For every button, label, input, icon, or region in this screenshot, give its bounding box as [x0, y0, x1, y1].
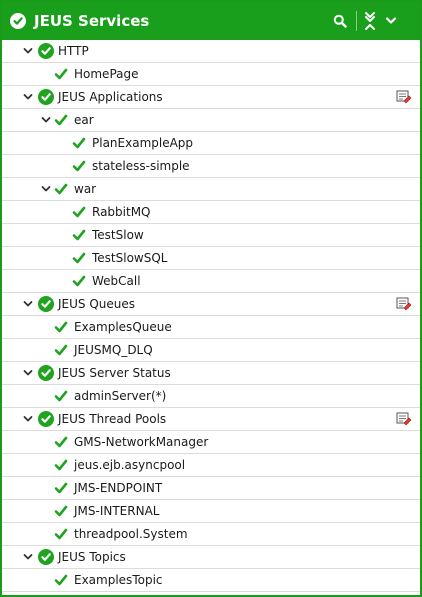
edit-settings-icon[interactable]: [396, 90, 412, 104]
status-ok-icon: [38, 43, 54, 59]
checkmark-icon: [72, 136, 86, 150]
tree-group-row[interactable]: JEUS Queues: [2, 293, 420, 316]
tree-group-row[interactable]: HTTP: [2, 40, 420, 63]
tree-item-label: JMS-INTERNAL: [74, 504, 160, 518]
checkmark-icon: [54, 389, 68, 403]
search-icon: [333, 14, 347, 28]
checkmark-icon: [54, 458, 68, 472]
tree-group-row[interactable]: JEUS Thread Pools: [2, 408, 420, 431]
checkmark-icon: [54, 182, 68, 196]
tree-item-label: HTTP: [58, 44, 89, 58]
checkmark-icon: [54, 113, 68, 127]
tree-item-label: ExamplesQueue: [74, 320, 172, 334]
expand-menu-button[interactable]: [378, 7, 404, 35]
checkmark-icon: [54, 435, 68, 449]
tree-item-row[interactable]: JMS-INTERNAL: [2, 500, 420, 523]
tree-item-label: JEUSMQ_DLQ: [74, 343, 153, 357]
panel-title: JEUS Services: [34, 12, 150, 30]
checkmark-icon: [72, 159, 86, 173]
tree-item-label: PlanExampleApp: [92, 136, 194, 150]
tree-folder-row[interactable]: war: [2, 178, 420, 201]
tree-item-row[interactable]: TestSlowSQL: [2, 247, 420, 270]
collapse-expand-icon: [365, 12, 375, 30]
tree-item-row[interactable]: threadpool.System: [2, 523, 420, 546]
tree-item-label: GMS-NetworkManager: [74, 435, 209, 449]
tree-item-row[interactable]: stateless-simple: [2, 155, 420, 178]
checkmark-icon: [54, 343, 68, 357]
tree-item-row[interactable]: WebCall: [2, 270, 420, 293]
tree-item-row[interactable]: HomePage: [2, 63, 420, 86]
tree-item-label: stateless-simple: [92, 159, 190, 173]
tree-item-label: HomePage: [74, 67, 139, 81]
tree-item-row[interactable]: ExamplesQueue: [2, 316, 420, 339]
tree-group-row[interactable]: JEUS Server Status: [2, 362, 420, 385]
tree-item-row[interactable]: TestSlow: [2, 224, 420, 247]
chevron-down-icon[interactable]: [22, 551, 34, 563]
status-ok-icon: [38, 296, 54, 312]
tree-item-row[interactable]: PlanExampleApp: [2, 132, 420, 155]
tree-item-label: WebCall: [92, 274, 141, 288]
tree-group-row[interactable]: JEUS Topics: [2, 546, 420, 569]
chevron-down-icon[interactable]: [40, 183, 52, 195]
tree-item-label: ear: [74, 113, 94, 127]
tree-item-label: jeus.ejb.asyncpool: [74, 458, 186, 472]
tree-item-label: war: [74, 182, 97, 196]
chevron-down-icon[interactable]: [22, 45, 34, 57]
status-ok-icon: [10, 13, 26, 29]
tree-item-label: JEUS Queues: [58, 297, 136, 311]
checkmark-icon: [72, 274, 86, 288]
tree-item-row[interactable]: jeus.ejb.asyncpool: [2, 454, 420, 477]
tree-item-label: ExamplesTopic: [74, 573, 163, 587]
status-ok-icon: [38, 89, 54, 105]
tree-item-label: JEUS Server Status: [58, 366, 171, 380]
checkmark-icon: [72, 205, 86, 219]
tree-item-label: JMS-ENDPOINT: [74, 481, 163, 495]
tree-item-row[interactable]: RabbitMQ: [2, 201, 420, 224]
checkmark-icon: [54, 481, 68, 495]
tree-group-row[interactable]: JEUS Applications: [2, 86, 420, 109]
chevron-down-icon[interactable]: [22, 298, 34, 310]
checkmark-icon: [72, 251, 86, 265]
checkmark-icon: [54, 527, 68, 541]
tree-folder-row[interactable]: ear: [2, 109, 420, 132]
search-button[interactable]: [327, 7, 353, 35]
tree-item-label: JEUS Thread Pools: [58, 412, 167, 426]
status-ok-icon: [38, 365, 54, 381]
status-ok-icon: [38, 411, 54, 427]
tree-item-label: TestSlowSQL: [92, 251, 168, 265]
tree-item-row[interactable]: GMS-NetworkManager: [2, 431, 420, 454]
status-ok-icon: [38, 549, 54, 565]
tree-item-row[interactable]: JEUSMQ_DLQ: [2, 339, 420, 362]
checkmark-icon: [54, 504, 68, 518]
tree-item-label: adminServer(*): [74, 389, 167, 403]
tree-item-row[interactable]: JMS-ENDPOINT: [2, 477, 420, 500]
checkmark-icon: [54, 320, 68, 334]
checkmark-icon: [54, 573, 68, 587]
checkmark-icon: [54, 67, 68, 81]
tree-item-label: RabbitMQ: [92, 205, 151, 219]
edit-settings-icon[interactable]: [396, 297, 412, 311]
tree-item-row[interactable]: ExamplesTopic: [2, 569, 420, 592]
chevron-down-icon[interactable]: [22, 91, 34, 103]
chevron-down-icon[interactable]: [22, 367, 34, 379]
tree-item-label: threadpool.System: [74, 527, 188, 541]
edit-settings-icon[interactable]: [396, 412, 412, 426]
panel-header: JEUS Services: [2, 2, 420, 40]
chevron-down-icon: [385, 17, 397, 24]
services-tree: HTTP HomePage JEUS Applications ear PlanExam…: [2, 40, 420, 592]
tree-item-label: TestSlow: [92, 228, 144, 242]
tree-item-label: JEUS Applications: [58, 90, 163, 104]
tree-item-label: JEUS Topics: [58, 550, 126, 564]
chevron-down-icon[interactable]: [22, 413, 34, 425]
chevron-down-icon[interactable]: [40, 114, 52, 126]
checkmark-icon: [72, 228, 86, 242]
jeus-services-panel: JEUS Services HTTP HomePage JEUS Applicati…: [0, 0, 422, 597]
tree-item-row[interactable]: adminServer(*): [2, 385, 420, 408]
